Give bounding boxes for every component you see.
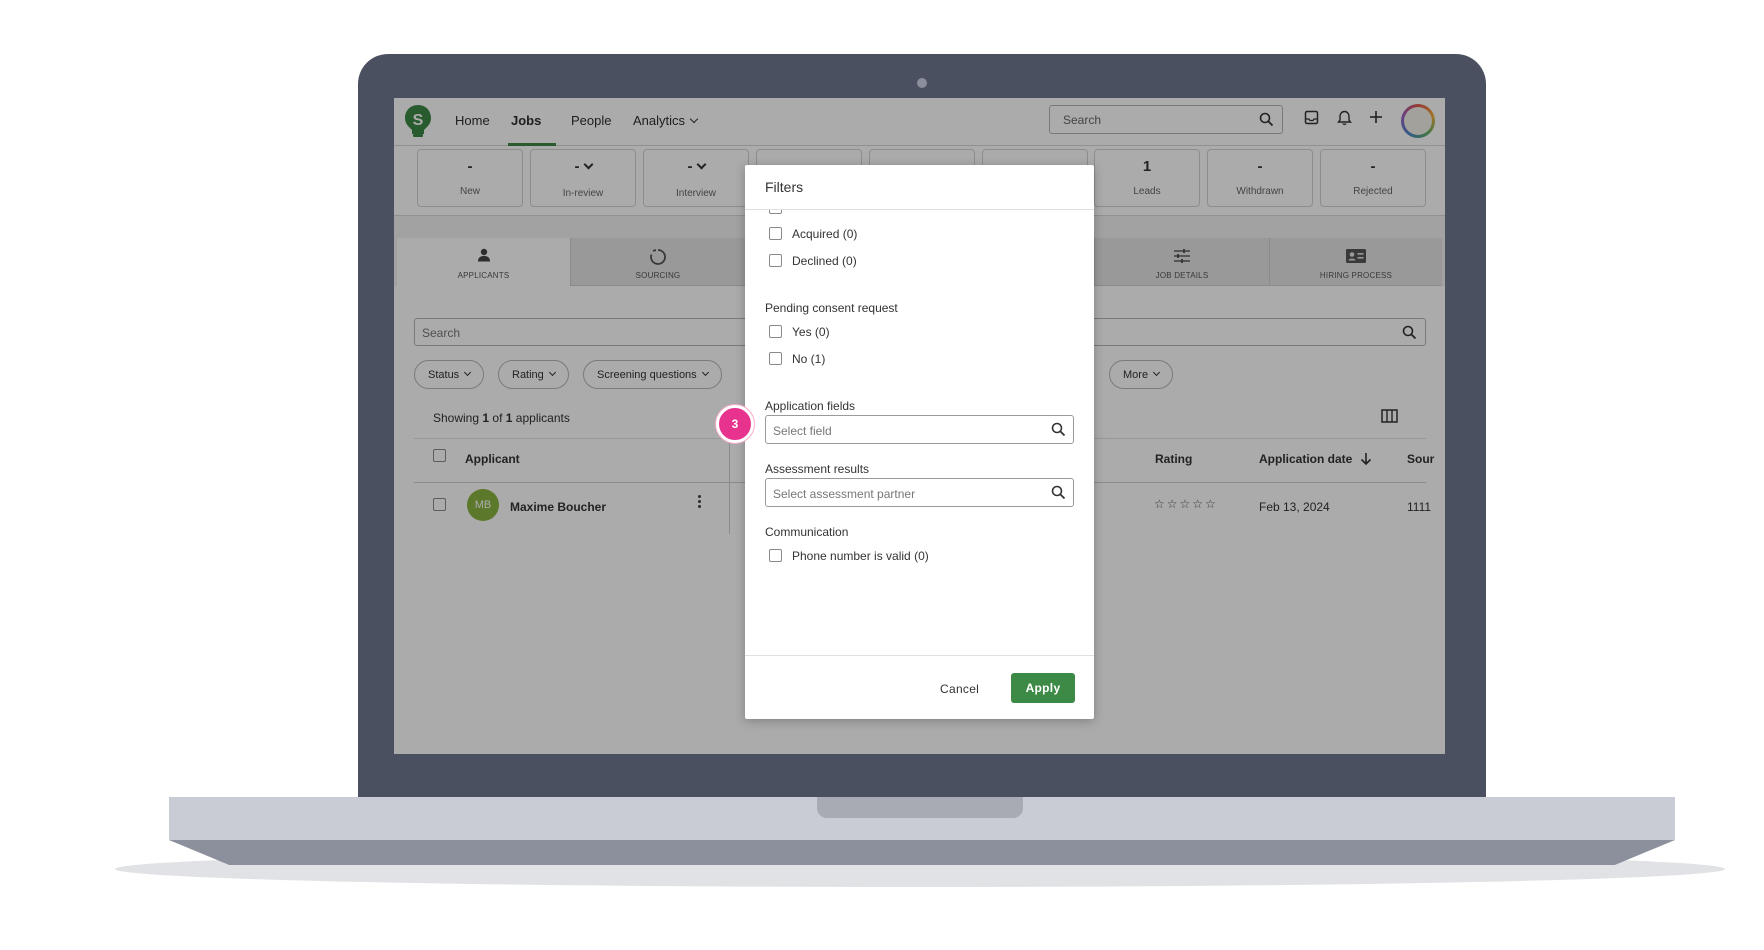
step-badge: 3 (716, 405, 754, 443)
modal-title: Filters (765, 179, 804, 195)
filter-option-partial[interactable] (769, 210, 792, 215)
filter-option-consent-no[interactable]: No (1) (769, 351, 825, 366)
filters-modal: Filters Acquired (0) Declined (0) Pendin… (745, 165, 1094, 719)
modal-body[interactable]: Acquired (0) Declined (0) Pending consen… (745, 210, 1094, 655)
option-label: Declined (0) (792, 253, 857, 268)
option-label: Phone number is valid (0) (792, 548, 929, 563)
section-assessment-results: Assessment results (765, 462, 870, 476)
assessment-partner-placeholder: Select assessment partner (773, 487, 916, 501)
application-field-select[interactable]: Select field (765, 415, 1074, 444)
laptop-base-bottom (169, 840, 1675, 865)
filter-option-acquired[interactable]: Acquired (0) (769, 226, 857, 241)
checkbox[interactable] (769, 352, 782, 366)
checkbox[interactable] (769, 227, 782, 241)
section-pending-consent: Pending consent request (765, 301, 898, 315)
section-application-fields: Application fields (765, 399, 856, 413)
search-icon (1051, 485, 1066, 500)
assessment-partner-select[interactable]: Select assessment partner (765, 478, 1074, 507)
modal-footer-divider (745, 655, 1094, 656)
option-label: Yes (0) (792, 324, 830, 339)
checkbox[interactable] (769, 254, 782, 268)
option-label: No (1) (792, 351, 826, 366)
filter-option-phone-valid[interactable]: Phone number is valid (0) (769, 548, 929, 563)
option-label: Acquired (0) (792, 226, 858, 241)
laptop-notch (817, 797, 1023, 818)
filter-option-consent-yes[interactable]: Yes (0) (769, 324, 830, 339)
laptop-camera (917, 78, 927, 88)
application-field-placeholder: Select field (773, 424, 832, 438)
filter-option-declined[interactable]: Declined (0) (769, 253, 857, 268)
checkbox[interactable] (769, 549, 782, 563)
section-communication: Communication (765, 525, 849, 539)
checkbox[interactable] (769, 210, 782, 215)
apply-button[interactable]: Apply (1011, 673, 1075, 703)
search-icon (1051, 422, 1066, 437)
cancel-button[interactable]: Cancel (932, 675, 987, 703)
app-screen: S Home Jobs People Analytics Search - New… (394, 98, 1445, 754)
checkbox[interactable] (769, 325, 782, 339)
